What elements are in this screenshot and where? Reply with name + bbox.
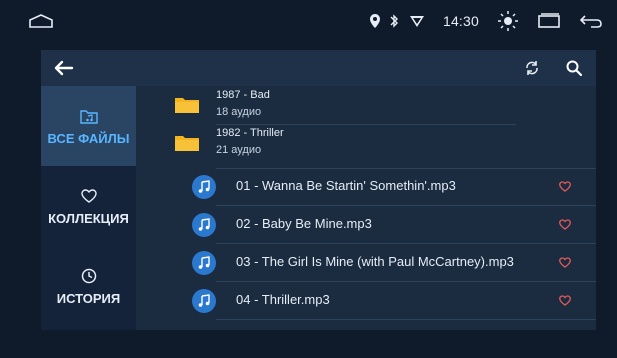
- folder-subtitle: 18 аудио: [216, 106, 262, 118]
- sidebar-item-all-files[interactable]: ВСЕ ФАЙЛЫ: [41, 86, 136, 166]
- list-item-song[interactable]: 02 - Baby Be Mine.mp3: [136, 205, 596, 243]
- song-title: 03 - The Girl Is Mine (with Paul McCartn…: [236, 254, 514, 269]
- home-icon[interactable]: [28, 13, 54, 34]
- music-note-icon: [192, 251, 216, 275]
- brightness-icon[interactable]: [497, 10, 519, 32]
- favorite-heart-icon[interactable]: [558, 179, 572, 193]
- music-folder-icon: [79, 107, 98, 125]
- heart-outline-icon: [80, 187, 98, 205]
- list-item-folder[interactable]: 1987 - Bad 18 аудио: [136, 86, 596, 124]
- location-pin-icon: [369, 13, 381, 29]
- sidebar-item-label: ВСЕ ФАЙЛЫ: [47, 130, 130, 146]
- song-title: 02 - Baby Be Mine.mp3: [236, 216, 372, 231]
- clock-icon: [80, 267, 98, 285]
- file-browser-panel: ВСЕ ФАЙЛЫ КОЛЛЕКЦИЯ ИСТОРИЯ 1987 - Bad 1…: [41, 50, 596, 330]
- list-item-song[interactable]: 03 - The Girl Is Mine (with Paul McCartn…: [136, 243, 596, 281]
- list-item-folder[interactable]: 1982 - Thriller 21 аудио: [136, 124, 596, 162]
- folder-icon: [174, 132, 200, 152]
- folder-title: 1987 - Bad: [216, 89, 270, 101]
- list-item-song[interactable]: 01 - Wanna Be Startin' Somethin'.mp3: [136, 167, 596, 205]
- sidebar-item-history[interactable]: ИСТОРИЯ: [41, 246, 136, 326]
- song-title: 04 - Thriller.mp3: [236, 292, 330, 307]
- music-note-icon: [192, 289, 216, 313]
- favorite-heart-icon[interactable]: [558, 217, 572, 231]
- folder-title: 1982 - Thriller: [216, 127, 284, 139]
- sidebar: ВСЕ ФАЙЛЫ КОЛЛЕКЦИЯ ИСТОРИЯ: [41, 86, 136, 330]
- folder-icon: [174, 94, 200, 114]
- sidebar-item-collection[interactable]: КОЛЛЕКЦИЯ: [41, 166, 136, 246]
- list-item-song[interactable]: 04 - Thriller.mp3: [136, 281, 596, 319]
- favorite-heart-icon[interactable]: [558, 255, 572, 269]
- file-list: 1987 - Bad 18 аудио 1982 - Thriller 21 а…: [136, 86, 596, 330]
- sidebar-item-label: ИСТОРИЯ: [56, 290, 121, 306]
- music-note-icon: [192, 213, 216, 237]
- clock-time: 14:30: [442, 13, 479, 29]
- refresh-icon[interactable]: [522, 58, 542, 78]
- favorite-heart-icon[interactable]: [558, 293, 572, 307]
- signal-icon: [409, 14, 425, 28]
- status-bar: 14:30: [0, 0, 617, 42]
- back-arrow-icon[interactable]: [53, 59, 75, 77]
- song-title: 01 - Wanna Be Startin' Somethin'.mp3: [236, 178, 456, 193]
- folder-subtitle: 21 аудио: [216, 144, 262, 156]
- back-icon[interactable]: [579, 13, 603, 29]
- music-note-icon: [192, 175, 216, 199]
- divider: [216, 319, 596, 320]
- search-icon[interactable]: [564, 58, 584, 78]
- recent-apps-icon[interactable]: [537, 13, 561, 29]
- toolbar: [41, 50, 596, 86]
- sidebar-item-label: КОЛЛЕКЦИЯ: [48, 210, 129, 226]
- bluetooth-icon: [389, 13, 399, 29]
